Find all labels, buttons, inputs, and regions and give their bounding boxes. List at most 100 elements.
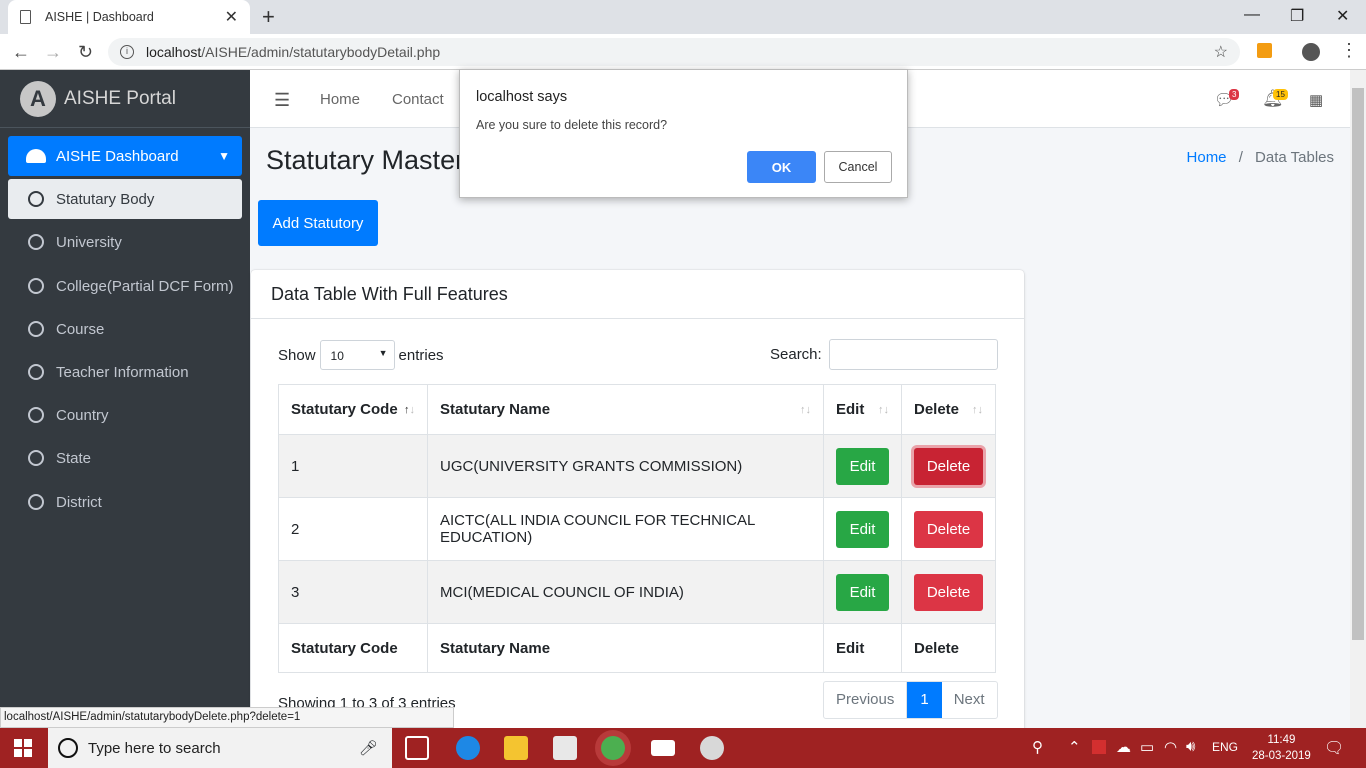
dialog-title: localhost says bbox=[476, 89, 568, 105]
sidebar-item-college[interactable]: College(Partial DCF Form) bbox=[8, 266, 242, 306]
sidebar-item-state[interactable]: State bbox=[8, 438, 242, 478]
info-icon[interactable]: i bbox=[120, 45, 134, 59]
cloud-icon[interactable]: ☁ bbox=[1116, 738, 1131, 756]
previous-page-button[interactable]: Previous bbox=[824, 682, 908, 718]
clock[interactable]: 11:49 28-03-2019 bbox=[1252, 732, 1311, 764]
edit-button[interactable]: Edit bbox=[836, 447, 889, 485]
menu-kebab-icon[interactable]: ⋮ bbox=[1340, 40, 1358, 61]
nav-contact-link[interactable]: Contact bbox=[392, 91, 444, 108]
page-icon bbox=[20, 10, 31, 24]
table-header-row: Statutary Code ↑↓ Statutary Name ↑↓ Edit ↑↓… bbox=[278, 384, 996, 435]
cell-edit: Edit bbox=[823, 497, 902, 561]
battery-icon[interactable]: ▭ bbox=[1140, 738, 1154, 756]
cell-edit: Edit bbox=[823, 434, 902, 498]
file-explorer-icon[interactable] bbox=[504, 736, 528, 760]
tray-chevron-up-icon[interactable]: ⌃ bbox=[1068, 738, 1081, 756]
search-input[interactable] bbox=[828, 339, 998, 370]
sidebar-item-country[interactable]: Country bbox=[8, 395, 242, 435]
sidebar-item-label: Country bbox=[56, 406, 109, 424]
brand-name: AISHE Portal bbox=[64, 87, 176, 109]
restore-icon[interactable]: ❐ bbox=[1290, 6, 1304, 26]
paint-icon[interactable] bbox=[700, 736, 724, 760]
taskbar-search-box[interactable]: Type here to search 🎤︎ bbox=[48, 728, 392, 768]
antivirus-icon[interactable] bbox=[1092, 740, 1106, 754]
sort-icon: ↑↓ bbox=[800, 404, 811, 416]
cell-delete: Delete bbox=[901, 434, 996, 498]
volume-icon[interactable]: 🔊︎ bbox=[1186, 738, 1195, 755]
page-1-button[interactable]: 1 bbox=[907, 682, 942, 718]
delete-button[interactable]: Delete bbox=[914, 573, 983, 611]
sidebar-item-course[interactable]: Course bbox=[8, 309, 242, 349]
breadcrumb: Home / Data Tables bbox=[1187, 149, 1334, 166]
show-label: Show bbox=[278, 346, 316, 364]
back-icon[interactable]: ← bbox=[12, 42, 30, 63]
windows-start-icon[interactable] bbox=[14, 739, 32, 757]
brand-link[interactable]: A AISHE Portal bbox=[0, 70, 250, 128]
page-title: Statutary Master bbox=[266, 145, 465, 175]
forward-icon[interactable]: → bbox=[44, 42, 62, 63]
reload-icon[interactable]: ↻ bbox=[78, 42, 93, 63]
sidebar-item-district[interactable]: District bbox=[8, 482, 242, 522]
sidebar-item-label: Statutary Body bbox=[56, 190, 155, 208]
bookmark-star-icon[interactable]: ☆ bbox=[1214, 42, 1228, 62]
browser-tab[interactable]: AISHE | Dashboard ✕ bbox=[8, 0, 250, 34]
hamburger-menu-icon[interactable]: ☰ bbox=[274, 90, 290, 111]
column-header-name[interactable]: Statutary Name ↑↓ bbox=[427, 384, 824, 435]
tab-title: AISHE | Dashboard bbox=[45, 10, 154, 24]
messages-badge: 3 bbox=[1229, 89, 1240, 100]
search-control: Search: bbox=[770, 339, 998, 370]
language-indicator[interactable]: ENG bbox=[1212, 740, 1238, 754]
grid-apps-icon[interactable]: ▦ bbox=[1309, 91, 1323, 109]
microphone-icon[interactable]: 🎤︎ bbox=[359, 739, 378, 757]
url-text: localhost/AISHE/admin/statutarybodyDetai… bbox=[146, 44, 441, 60]
action-center-icon[interactable]: 🗨︎ bbox=[1324, 738, 1344, 758]
sidebar-item-teacher-information[interactable]: Teacher Information bbox=[8, 352, 242, 392]
page-scrollbar[interactable] bbox=[1350, 70, 1366, 728]
next-page-button[interactable]: Next bbox=[942, 682, 997, 718]
circle-icon bbox=[28, 494, 44, 510]
sidebar-item-university[interactable]: University bbox=[8, 222, 242, 262]
column-header-edit[interactable]: Edit ↑↓ bbox=[823, 384, 902, 435]
profile-icon[interactable] bbox=[1302, 43, 1320, 61]
close-tab-icon[interactable]: ✕ bbox=[225, 7, 238, 27]
breadcrumb-home-link[interactable]: Home bbox=[1187, 149, 1227, 166]
cancel-button[interactable]: Cancel bbox=[824, 151, 892, 183]
column-header-label: Edit bbox=[836, 401, 865, 418]
sidebar-item-dashboard[interactable]: AISHE Dashboard ▼ bbox=[8, 136, 242, 176]
minimize-icon[interactable]: — bbox=[1244, 6, 1260, 24]
taskbar-search-placeholder: Type here to search bbox=[88, 739, 221, 757]
new-tab-icon[interactable]: + bbox=[262, 4, 275, 30]
extension-icon[interactable] bbox=[1257, 43, 1272, 58]
chevron-down-icon: ▼ bbox=[218, 149, 230, 163]
people-icon[interactable]: ⚲ bbox=[1032, 738, 1043, 756]
column-header-code[interactable]: Statutary Code ↑↓ bbox=[278, 384, 428, 435]
dashboard-gauge-icon bbox=[26, 149, 46, 163]
column-header-delete[interactable]: Delete ↑↓ bbox=[901, 384, 996, 435]
store-icon[interactable] bbox=[553, 736, 577, 760]
delete-button[interactable]: Delete bbox=[914, 510, 983, 548]
cell-name: AICTC(ALL INDIA COUNCIL FOR TECHNICAL ED… bbox=[427, 497, 824, 561]
close-window-icon[interactable]: ✕ bbox=[1336, 6, 1349, 26]
edge-icon[interactable] bbox=[456, 736, 480, 760]
address-toolbar: ← → ↻ i localhost/AISHE/admin/statutaryb… bbox=[0, 34, 1366, 70]
task-view-icon[interactable] bbox=[405, 736, 429, 760]
nav-home-link[interactable]: Home bbox=[320, 91, 360, 108]
circle-icon bbox=[28, 321, 44, 337]
add-statutory-button[interactable]: Add Statutory bbox=[258, 200, 378, 246]
sidebar-item-label: District bbox=[56, 493, 102, 511]
sidebar-item-statutary-body[interactable]: Statutary Body bbox=[8, 179, 242, 219]
scrollbar-thumb[interactable] bbox=[1352, 88, 1364, 640]
ok-button[interactable]: OK bbox=[747, 151, 816, 183]
wifi-icon[interactable]: ◠ bbox=[1164, 738, 1177, 756]
entries-label: entries bbox=[398, 346, 444, 364]
mail-icon[interactable] bbox=[651, 740, 675, 756]
edit-button[interactable]: Edit bbox=[836, 510, 889, 548]
edit-button[interactable]: Edit bbox=[836, 573, 889, 611]
address-bar[interactable]: i localhost/AISHE/admin/statutarybodyDet… bbox=[108, 38, 1240, 66]
entries-select[interactable]: 10 ▼ bbox=[319, 340, 395, 370]
data-table-card: Data Table With Full Features Show 10 ▼ e… bbox=[251, 270, 1024, 740]
delete-button[interactable]: Delete bbox=[914, 447, 983, 485]
table-row: 3 MCI(MEDICAL COUNCIL OF INDIA) Edit Del… bbox=[278, 560, 996, 624]
sidebar-item-label: Teacher Information bbox=[56, 363, 189, 381]
chrome-icon[interactable] bbox=[601, 736, 625, 760]
